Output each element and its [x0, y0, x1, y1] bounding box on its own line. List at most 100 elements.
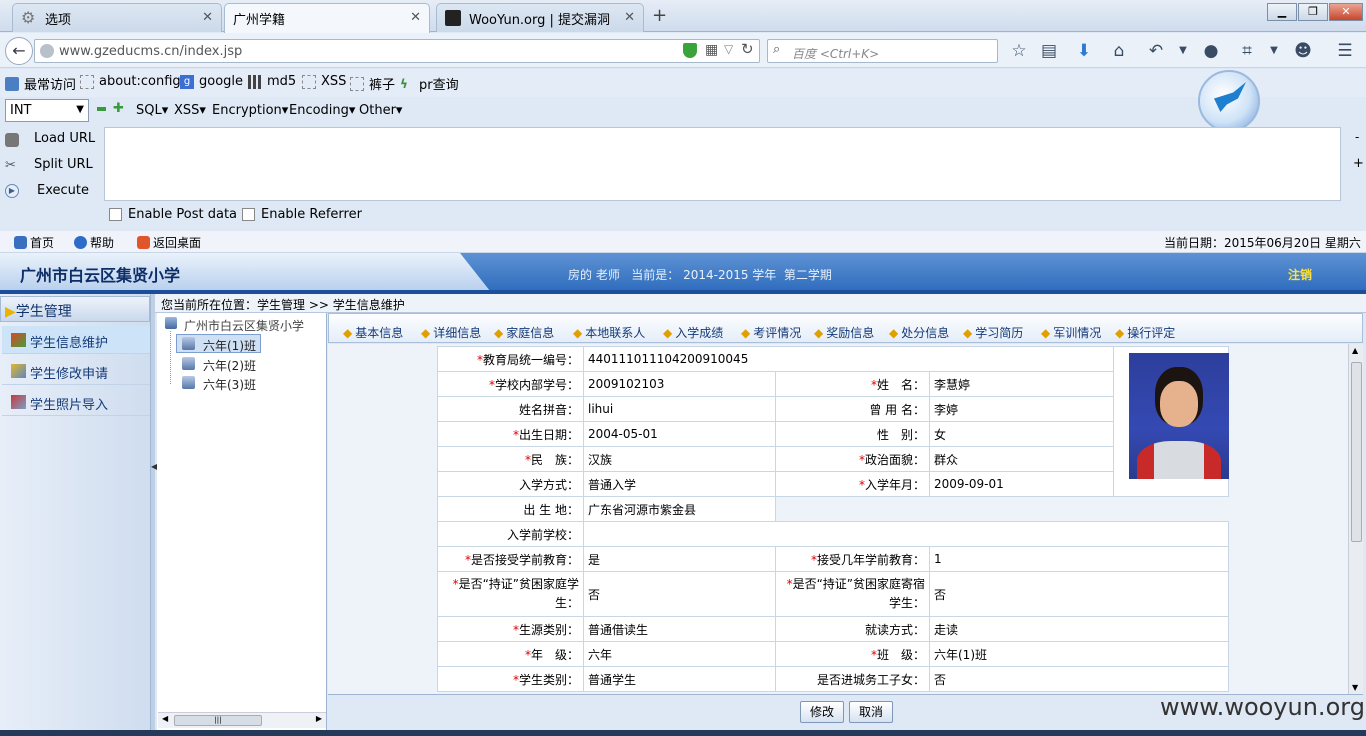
close-icon[interactable]: ✕ [202, 10, 213, 25]
bookmark-kuzi[interactable]: 裤子 [350, 74, 395, 93]
hackbar-url-textarea[interactable] [104, 127, 1341, 201]
reload-icon[interactable]: ↻ [741, 40, 754, 58]
tab-awards[interactable]: ◆ 奖励信息 [814, 324, 874, 341]
logout-link[interactable]: 注销 [1288, 266, 1312, 283]
edit-button[interactable]: 修改 [800, 701, 844, 723]
desktop-icon [137, 236, 150, 249]
return-desktop-label: 返回桌面 [153, 236, 202, 250]
load-url-button[interactable]: Load URL [34, 131, 95, 146]
minimize-button[interactable]: ▁ [1267, 3, 1297, 21]
class-icon [182, 337, 195, 350]
tab-gz-xueji[interactable]: 广州学籍 ✕ [224, 3, 430, 33]
bookmark-xss[interactable]: XSS [302, 74, 346, 89]
form-vertical-scrollbar[interactable]: ▲ ▼ [1348, 344, 1363, 694]
close-icon[interactable]: ✕ [624, 10, 635, 25]
close-window-button[interactable]: ✕ [1329, 3, 1363, 21]
menu-other[interactable]: Other▾ [359, 103, 402, 118]
tab-conduct[interactable]: ◆ 操行评定 [1115, 324, 1175, 341]
enable-post-checkbox[interactable] [109, 208, 122, 221]
tab-family-info[interactable]: ◆ 家庭信息 [494, 324, 554, 341]
diamond-icon: ◆ [343, 326, 353, 340]
tab-detail-info[interactable]: ◆ 详细信息 [421, 324, 481, 341]
home-link[interactable]: 首页 [14, 234, 54, 251]
type-select[interactable]: INT ▼ [5, 99, 89, 122]
enable-referrer-checkbox[interactable] [242, 208, 255, 221]
star-bookmark-icon[interactable]: ☆ [1008, 40, 1030, 62]
back-arrow-icon[interactable]: ← [5, 37, 33, 65]
search-icon: ⌕ [773, 42, 781, 57]
bookmark-most-visited[interactable]: 最常访问 [5, 74, 76, 93]
pr-icon: ϟ [400, 76, 408, 91]
tab-options[interactable]: ⚙ 选项 ✕ [12, 3, 222, 32]
menu-encryption[interactable]: Encryption▾ [212, 103, 288, 118]
help-link[interactable]: 帮助 [74, 234, 114, 251]
scrollbar-thumb[interactable]: ||| [174, 715, 262, 726]
chat-bubble-icon[interactable]: ● [1200, 40, 1222, 62]
return-desktop-link[interactable]: 返回桌面 [137, 234, 201, 251]
shield-icon[interactable] [683, 43, 697, 58]
scrollbar-thumb[interactable] [1351, 362, 1362, 542]
shrink-button[interactable]: - [1355, 130, 1359, 144]
tree-node-class-2[interactable]: 六年(2)班 [203, 357, 256, 374]
tab-label: 入学成绩 [675, 326, 724, 340]
dropdown-arrow-icon[interactable]: ▽ [724, 42, 733, 56]
tab-punishments[interactable]: ◆ 处分信息 [889, 324, 949, 341]
scroll-up-icon[interactable]: ▲ [1352, 346, 1358, 355]
search-input[interactable]: 百度 <Ctrl+K> [767, 39, 998, 63]
menu-sql[interactable]: SQL▾ [136, 103, 168, 118]
class-value: 六年(1)班 [929, 641, 1229, 667]
split-url-button[interactable]: Split URL [34, 157, 93, 172]
nav-header-student-management[interactable]: ▶学生管理 [0, 296, 150, 322]
menu-encoding[interactable]: Encoding▾ [289, 103, 355, 118]
reading-list-icon[interactable]: ▤ [1038, 40, 1060, 62]
table-row: *是否接受学前教育： 是 *接受几年学前教育： 1 [437, 546, 1229, 572]
expand-button[interactable]: + [1353, 156, 1364, 171]
qrcode-icon[interactable]: ▦ [705, 42, 718, 58]
undo-icon[interactable]: ↶ [1145, 40, 1167, 62]
globe-icon [40, 44, 54, 58]
empty-cell [775, 496, 1229, 522]
tree-horizontal-scrollbar[interactable]: ◀ ||| ▶ [158, 712, 326, 728]
nav-item-modify-request[interactable]: 学生修改申请 [2, 357, 150, 385]
nav-item-photo-import[interactable]: 学生照片导入 [2, 388, 150, 416]
grade-value: 六年 [583, 641, 776, 667]
execute-button[interactable]: Execute [37, 183, 89, 198]
panel-splitter[interactable] [150, 294, 155, 736]
restore-button[interactable]: ❐ [1298, 3, 1328, 21]
bookmark-pr-query[interactable]: ϟ pr查询 [400, 74, 459, 94]
nav-item-student-info[interactable]: 学生信息维护 [2, 326, 150, 354]
url-input[interactable]: www.gzeducms.cn/index.jsp [34, 39, 760, 63]
tab-study-resume[interactable]: ◆ 学习简历 [963, 324, 1023, 341]
plus-icon[interactable]: ✚ [113, 101, 124, 116]
bookmark-google[interactable]: g google [180, 74, 243, 89]
table-row: *民 族： 汉族 *政治面貌： 群众 [437, 446, 1229, 472]
tab-local-contact[interactable]: ◆ 本地联系人 [573, 324, 645, 341]
tab-basic-info[interactable]: ◆ 基本信息 [343, 324, 403, 341]
dropdown-arrow-icon[interactable]: ▼ [1263, 40, 1285, 62]
tree-node-class-3[interactable]: 六年(3)班 [203, 376, 256, 393]
form-label: 是否进城务工子女： [775, 666, 930, 692]
minus-icon[interactable] [97, 107, 106, 111]
bookmark-md5[interactable]: md5 [248, 74, 296, 89]
tab-evaluation[interactable]: ◆ 考评情况 [741, 324, 801, 341]
tab-wooyun[interactable]: WooYun.org | 提交漏洞 ✕ [436, 3, 644, 32]
bookmark-about-config[interactable]: about:config [80, 74, 181, 89]
tab-entrance-score[interactable]: ◆ 入学成绩 [663, 324, 723, 341]
tree-root-school[interactable]: 广州市白云区集贤小学 [184, 317, 304, 334]
scroll-down-icon[interactable]: ▼ [1352, 683, 1358, 692]
dropdown-arrow-icon[interactable]: ▼ [1172, 40, 1194, 62]
scroll-right-icon[interactable]: ▶ [316, 714, 322, 723]
tab-military-training[interactable]: ◆ 军训情况 [1041, 324, 1101, 341]
cancel-button[interactable]: 取消 [849, 701, 893, 723]
download-icon[interactable]: ⬇ [1073, 40, 1095, 62]
menu-xss[interactable]: XSS▾ [174, 103, 206, 118]
menu-hamburger-icon[interactable]: ☰ [1334, 40, 1356, 62]
close-icon[interactable]: ✕ [410, 10, 421, 25]
new-tab-button[interactable]: + [652, 5, 667, 26]
scroll-left-icon[interactable]: ◀ [162, 714, 168, 723]
home-icon[interactable]: ⌂ [1108, 40, 1130, 62]
smiley-icon[interactable]: ☻ [1292, 40, 1314, 62]
tab-label: 考评情况 [753, 326, 802, 340]
tree-node-class-1[interactable]: 六年(1)班 [203, 337, 256, 354]
crop-icon[interactable]: ⌗ [1236, 40, 1258, 62]
